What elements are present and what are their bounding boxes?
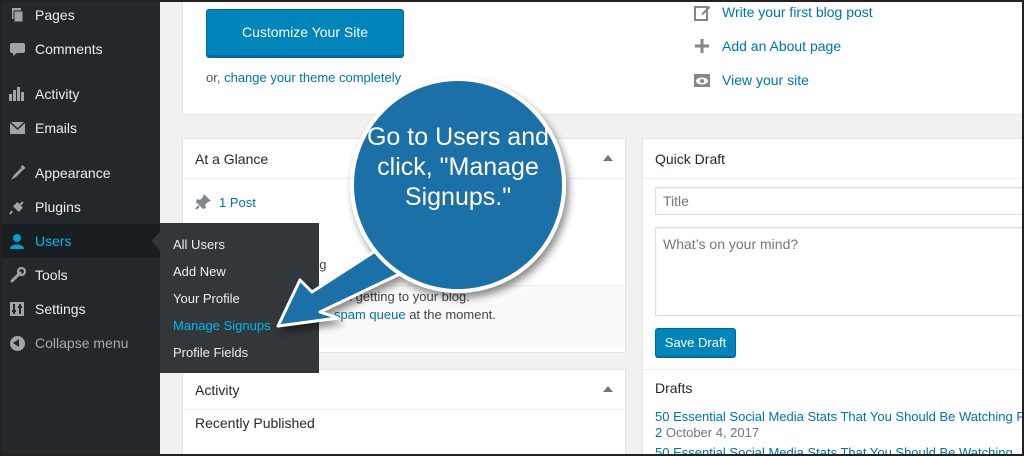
users-submenu: All Users Add New Your Profile Manage Si… (160, 223, 319, 373)
submenu-add-new[interactable]: Add New (160, 258, 319, 285)
add-about-page-label: Add an About page (722, 38, 842, 54)
sidebar-item-plugins[interactable]: Plugins (0, 190, 160, 224)
sidebar-item-label: Appearance (35, 165, 111, 181)
draft-link-2[interactable]: 50 Essential Social Media Stats That You… (655, 445, 1013, 456)
at-a-glance-title: At a Glance (195, 150, 269, 167)
sidebar-item-label: Collapse menu (35, 335, 129, 351)
collapse-icon (8, 334, 26, 352)
callout-text: Go to Users and click, "Manage Signups." (366, 123, 550, 211)
pages-icon (8, 6, 26, 24)
akismet-status-text: om getting to your blog. (334, 289, 470, 304)
sidebar-item-tools[interactable]: Tools (0, 258, 160, 292)
collapse-toggle-icon[interactable] (603, 155, 613, 161)
edit-icon (693, 3, 711, 21)
recently-published-heading: Recently Published (195, 415, 315, 431)
change-theme-line: or, change your theme completely (206, 70, 401, 85)
sidebar-item-users[interactable]: Users (0, 224, 160, 258)
view-icon (693, 71, 711, 89)
draft-link[interactable]: 50 Essential Social Media Stats That You… (655, 409, 1024, 424)
write-first-post-link[interactable]: Write your first blog post (693, 3, 873, 21)
comments-icon (8, 40, 26, 58)
customize-site-button[interactable]: Customize Your Site (206, 9, 404, 56)
sidebar-item-settings[interactable]: Settings (0, 292, 160, 326)
sidebar-item-comments[interactable]: Comments (0, 32, 160, 66)
sidebar-item-activity[interactable]: Activity (0, 77, 160, 111)
pin-icon (195, 193, 213, 211)
plus-icon (693, 37, 711, 55)
submenu-pointer (151, 232, 160, 250)
sidebar-item-emails[interactable]: Emails (0, 111, 160, 145)
sidebar-item-label: Settings (35, 301, 86, 317)
quick-draft-title: Quick Draft (655, 150, 726, 167)
submenu-all-users[interactable]: All Users (160, 231, 319, 258)
sidebar-item-label: Pages (35, 7, 75, 23)
drafts-heading: Drafts (655, 380, 693, 396)
draft-date-line: 2 October 4, 2017 (655, 425, 759, 440)
view-site-link[interactable]: View your site (693, 71, 809, 89)
quick-draft-header[interactable]: Quick Draft (643, 139, 1024, 179)
save-draft-button[interactable]: Save Draft (655, 328, 736, 357)
write-first-post-label: Write your first blog post (722, 4, 873, 20)
settings-icon (8, 300, 26, 318)
plugins-icon (8, 198, 26, 216)
post-count: 1 Post (219, 194, 256, 210)
add-about-page-link[interactable]: Add an About page (693, 37, 841, 55)
sidebar-item-label: Activity (35, 86, 80, 102)
welcome-panel: Customize Your Site or, change your them… (182, 0, 1024, 115)
change-theme-link[interactable]: change your theme completely (224, 70, 401, 85)
sidebar-item-pages[interactable]: Pages (0, 0, 160, 32)
submenu-your-profile[interactable]: Your Profile (160, 285, 319, 312)
drafts-divider (643, 369, 1024, 370)
appearance-icon (8, 164, 26, 182)
sidebar-item-label: Comments (35, 41, 103, 57)
activity-icon (8, 85, 26, 103)
quick-draft-widget: Quick Draft Title What’s on your mind? S… (642, 138, 1024, 456)
tools-icon (8, 266, 26, 284)
draft-content-textarea[interactable]: What’s on your mind? (655, 227, 1024, 316)
users-icon (8, 232, 26, 250)
submenu-manage-signups[interactable]: Manage Signups (160, 312, 319, 339)
spam-queue-suffix: at the moment. (409, 307, 496, 322)
submenu-profile-fields[interactable]: Profile Fields (160, 339, 319, 366)
sidebar-item-label: Emails (35, 120, 78, 136)
spam-queue-link[interactable]: spam queue (334, 307, 406, 322)
draft-date: October 4, 2017 (665, 425, 760, 440)
sidebar-item-label: Tools (35, 267, 68, 283)
emails-icon (8, 119, 26, 137)
view-site-label: View your site (722, 72, 809, 88)
draft-link-wrap[interactable]: 2 (655, 425, 662, 440)
admin-sidebar: Pages Comments Activity Emails Appearanc… (0, 0, 160, 456)
or-text: or, (206, 70, 221, 85)
activity-widget: Activity Recently Published (182, 369, 626, 456)
sidebar-item-appearance[interactable]: Appearance (0, 156, 160, 190)
collapse-menu-button[interactable]: Collapse menu (0, 326, 160, 360)
post-count-link[interactable]: 1 Post (195, 193, 256, 211)
collapse-toggle-icon[interactable] (603, 386, 613, 392)
sidebar-item-label: Users (35, 233, 72, 249)
activity-header[interactable]: Activity (183, 370, 625, 410)
sidebar-item-label: Plugins (35, 199, 81, 215)
draft-title-input[interactable]: Title (655, 187, 1024, 215)
activity-title: Activity (195, 381, 240, 398)
akismet-spam-line: spam queue at the moment. (334, 307, 496, 322)
